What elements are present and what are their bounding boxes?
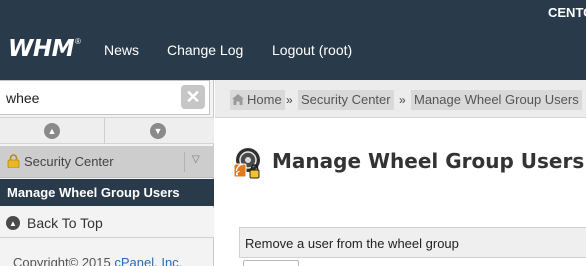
breadcrumb-home[interactable]: Home (230, 90, 285, 110)
collapse-expand-bar: ▲ ▼ (0, 117, 214, 144)
breadcrumb-separator: » (286, 93, 293, 107)
remove-user-panel-heading: Remove a user from the wheel group (245, 236, 459, 251)
main-content: Home » Security Center » Manage Wheel Gr… (215, 80, 586, 266)
lock-icon (7, 154, 20, 168)
breadcrumb-separator: » (399, 93, 406, 107)
logo-registered-mark: ® (75, 37, 81, 46)
copyright: Copyright© 2015 cPanel, Inc. (13, 255, 182, 266)
collapse-divider (104, 118, 105, 144)
back-to-top-label: Back To Top (27, 215, 103, 231)
nav-news-link[interactable]: News (104, 41, 139, 59)
sidebar-category-label: Security Center (24, 154, 114, 169)
breadcrumb-home-label: Home (247, 92, 282, 107)
chevron-down-icon[interactable]: ▽ (192, 154, 200, 165)
hostname: CENTOS (548, 5, 586, 20)
search-input[interactable]: whee ✕ (0, 80, 210, 115)
arrow-up-icon[interactable]: ▲ (44, 123, 60, 139)
home-icon (232, 94, 244, 105)
sidebar: whee ✕ ▲ ▼ Security Center ▽ Manage Whee… (0, 80, 214, 266)
nav-logout-link[interactable]: Logout (root) (272, 41, 352, 59)
search-input-value: whee (6, 90, 40, 106)
page-title: Manage Wheel Group Users (272, 149, 585, 173)
back-to-top-link[interactable]: ▲ Back To Top (0, 208, 214, 238)
remove-user-panel-header: Remove a user from the wheel group (239, 227, 586, 258)
logo-text: WHM (8, 36, 75, 62)
sidebar-item-label: Manage Wheel Group Users (7, 185, 180, 200)
close-icon[interactable]: ✕ (181, 85, 205, 109)
wheel-group-lock-icon (233, 148, 260, 179)
breadcrumb-security-center[interactable]: Security Center (298, 90, 394, 110)
arrow-down-icon[interactable]: ▼ (150, 123, 166, 139)
breadcrumb-current: Manage Wheel Group Users (411, 90, 582, 110)
category-separator (184, 152, 185, 172)
sidebar-item-manage-wheel-group-users[interactable]: Manage Wheel Group Users (0, 179, 214, 206)
nav-change-log-link[interactable]: Change Log (167, 41, 243, 59)
whm-logo[interactable]: WHM ® (8, 37, 88, 61)
breadcrumb: Home » Security Center » Manage Wheel Gr… (215, 80, 586, 118)
sidebar-category-security-center[interactable]: Security Center ▽ (0, 146, 214, 178)
copyright-text: Copyright© 2015 (13, 255, 115, 266)
cpanel-link[interactable]: cPanel, Inc. (114, 255, 182, 266)
arrow-up-circle-icon: ▲ (6, 216, 20, 230)
user-select[interactable] (243, 260, 299, 266)
top-bar: CENTOS WHM ® News Change Log Logout (roo… (0, 0, 586, 80)
